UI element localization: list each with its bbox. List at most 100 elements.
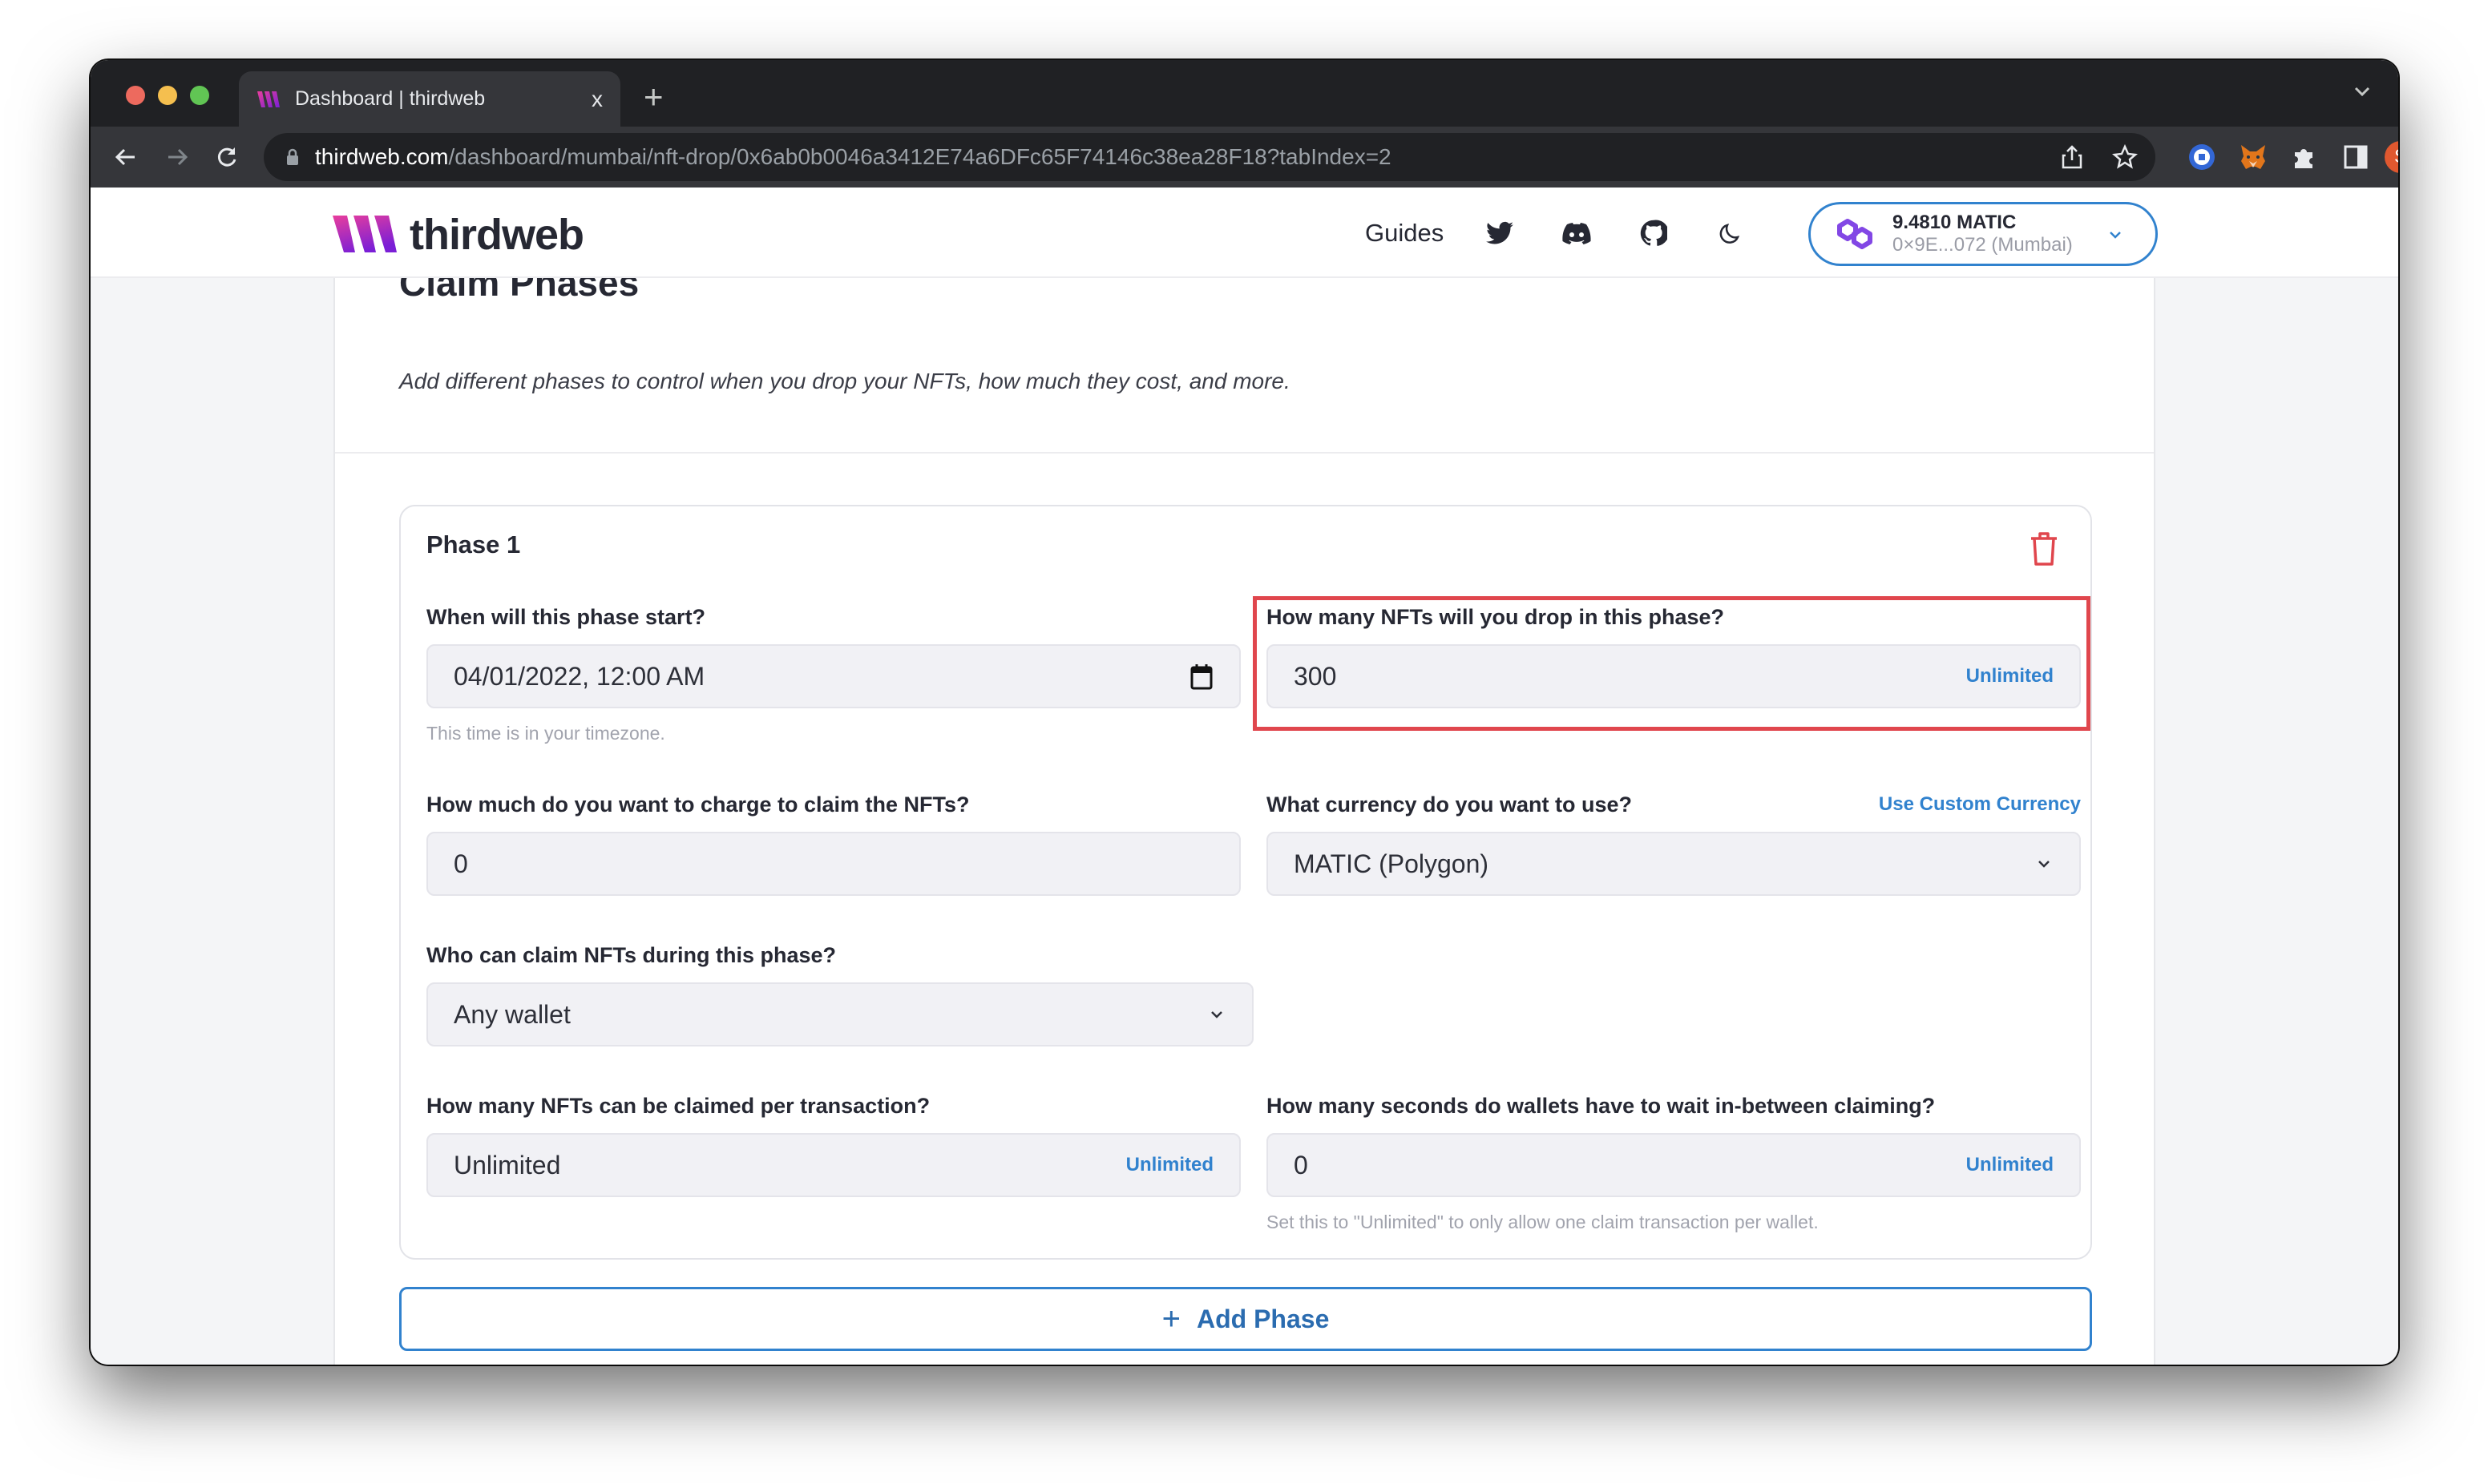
currency-value: MATIC (Polygon) (1294, 849, 1489, 878)
close-tab-icon[interactable]: x (592, 87, 603, 112)
minimize-window-button[interactable] (158, 86, 177, 105)
avatar-initial: S (2394, 146, 2398, 168)
address-bar[interactable]: thirdweb.com /dashboard/mumbai/nft-drop/… (264, 133, 2155, 181)
github-link[interactable] (1638, 217, 1670, 249)
forward-button[interactable] (161, 141, 193, 173)
phase-start-value: 04/01/2022, 12:00 AM (454, 661, 705, 691)
tab-strip: Dashboard | thirdweb x + (91, 60, 2398, 127)
browser-window: Dashboard | thirdweb x + thirdweb.com /d… (91, 60, 2398, 1365)
phase-who-field: Who can claim NFTs during this phase? An… (426, 939, 1254, 1046)
phase-price-label: How much do you want to charge to claim … (426, 788, 1241, 821)
forward-arrow-icon (168, 148, 188, 166)
metamask-extension-button[interactable] (2237, 141, 2269, 173)
wait-unlimited-button[interactable]: Unlimited (1966, 1154, 2054, 1176)
add-phase-button[interactable]: + Add Phase (399, 1287, 2092, 1351)
tab-title: Dashboard | thirdweb (295, 87, 486, 110)
section-divider (335, 452, 2154, 454)
who-can-claim-select[interactable]: Any wallet (426, 982, 1254, 1046)
theme-toggle-button[interactable] (1715, 217, 1747, 249)
share-icon[interactable] (2059, 144, 2085, 170)
side-panel-icon (2344, 145, 2368, 169)
lock-icon (287, 148, 298, 165)
phase-title: Phase 1 (426, 530, 521, 559)
section-subtitle: Add different phases to control when you… (399, 369, 1290, 393)
brand-wordmark: thirdweb (410, 211, 584, 259)
phase-price-field: How much do you want to charge to claim … (426, 788, 1241, 896)
wait-help: Set this to "Unlimited" to only allow on… (1266, 1212, 1819, 1232)
profile-avatar[interactable]: S (2385, 141, 2398, 173)
plus-icon: + (1161, 1301, 1181, 1337)
phase-wait-field: How many seconds do wallets have to wait… (1266, 1090, 2081, 1233)
chevron-down-icon (1211, 1011, 1222, 1018)
wait-seconds-input[interactable]: 0 Unlimited (1266, 1133, 2081, 1197)
polygon-logo-icon (1837, 219, 1872, 249)
wallet-balance: 9.4810 MATIC (1892, 212, 2017, 233)
phase-price-value: 0 (454, 849, 468, 878)
metamask-fox-icon (2241, 145, 2265, 169)
web-page: thirdweb Guides 9.4810 MATIC 0×9E...072 … (91, 188, 2398, 1365)
thirdweb-logo[interactable]: thirdweb (331, 210, 584, 260)
header-nav: Guides (1365, 188, 1791, 278)
phase-who-label: Who can claim NFTs during this phase? (426, 939, 1254, 971)
reload-button[interactable] (211, 141, 243, 173)
phase-start-label: When will this phase start? (426, 601, 1241, 633)
thirdweb-logo-icon (333, 216, 397, 252)
back-arrow-icon (115, 148, 135, 166)
back-button[interactable] (110, 141, 142, 173)
use-custom-currency-link[interactable]: Use Custom Currency (1879, 793, 2081, 816)
phase-per-tx-label: How many NFTs can be claimed per transac… (426, 1090, 1241, 1122)
add-phase-label: Add Phase (1196, 1304, 1330, 1333)
twitter-link[interactable] (1484, 217, 1516, 249)
label-text: When will this phase start? (426, 604, 706, 629)
extensions-button[interactable] (2288, 141, 2320, 173)
per-tx-input[interactable]: Unlimited Unlimited (426, 1133, 1241, 1197)
label-text: Who can claim NFTs during this phase? (426, 942, 837, 967)
guides-link[interactable]: Guides (1365, 219, 1444, 248)
wallet-address: 0×9E...072 (Mumbai) (1892, 234, 2073, 256)
highlight-annotation-box (1253, 596, 2090, 731)
who-can-claim-value: Any wallet (454, 999, 571, 1029)
delete-phase-trash-icon[interactable] (2028, 530, 2060, 567)
phase-wait-label: How many seconds do wallets have to wait… (1266, 1090, 2081, 1122)
per-tx-unlimited-button[interactable]: Unlimited (1126, 1154, 1214, 1176)
phase-currency-label: What currency do you want to use? Use Cu… (1266, 788, 2081, 821)
chevron-down-icon (2038, 861, 2050, 868)
phase-start-input[interactable]: 04/01/2022, 12:00 AM (426, 644, 1241, 708)
wallet-button[interactable]: 9.4810 MATIC 0×9E...072 (Mumbai) (1808, 202, 2158, 266)
discord-link[interactable] (1561, 217, 1593, 249)
per-tx-value: Unlimited (454, 1150, 561, 1180)
tab-search-chevron-icon[interactable] (2350, 79, 2374, 103)
thirdweb-favicon-icon (257, 91, 280, 107)
chevron-down-icon (2110, 232, 2121, 239)
bookmark-star-icon[interactable] (2112, 144, 2138, 170)
browser-toolbar: thirdweb.com /dashboard/mumbai/nft-drop/… (91, 127, 2398, 188)
calendar-icon[interactable] (1189, 663, 1214, 690)
currency-select[interactable]: MATIC (Polygon) (1266, 832, 2081, 896)
claim-phases-section: Claim Phases Add different phases to con… (333, 188, 2155, 1365)
discord-icon (1562, 222, 1591, 244)
phase-card: Phase 1 When will this phase start? 04/0… (399, 505, 2092, 1260)
moon-icon (1719, 223, 1740, 244)
extension-button[interactable] (2186, 141, 2218, 173)
side-panel-button[interactable] (2340, 141, 2372, 173)
phase-start-field: When will this phase start? 04/01/2022, … (426, 601, 1241, 744)
circle-extension-icon (2189, 144, 2215, 170)
twitter-icon (1486, 221, 1514, 244)
puzzle-piece-icon (2295, 149, 2312, 168)
phase-per-tx-field: How many NFTs can be claimed per transac… (426, 1090, 1241, 1197)
phase-start-help: This time is in your timezone. (426, 723, 665, 744)
label-text: What currency do you want to use? (1266, 792, 1633, 817)
browser-tab[interactable]: Dashboard | thirdweb x (239, 71, 620, 127)
phase-currency-field: What currency do you want to use? Use Cu… (1266, 788, 2081, 896)
label-text: How many seconds do wallets have to wait… (1266, 1093, 1936, 1118)
wait-seconds-value: 0 (1294, 1150, 1308, 1180)
github-icon (1641, 219, 1668, 246)
label-text: How many NFTs can be claimed per transac… (426, 1093, 931, 1118)
maximize-window-button[interactable] (190, 86, 209, 105)
url-path: /dashboard/mumbai/nft-drop/0x6ab0b0046a3… (448, 144, 1391, 169)
new-tab-button[interactable]: + (644, 78, 664, 116)
reload-icon (217, 147, 236, 167)
phase-price-input[interactable]: 0 (426, 832, 1241, 896)
close-window-button[interactable] (126, 86, 145, 105)
label-text: How much do you want to charge to claim … (426, 792, 970, 817)
